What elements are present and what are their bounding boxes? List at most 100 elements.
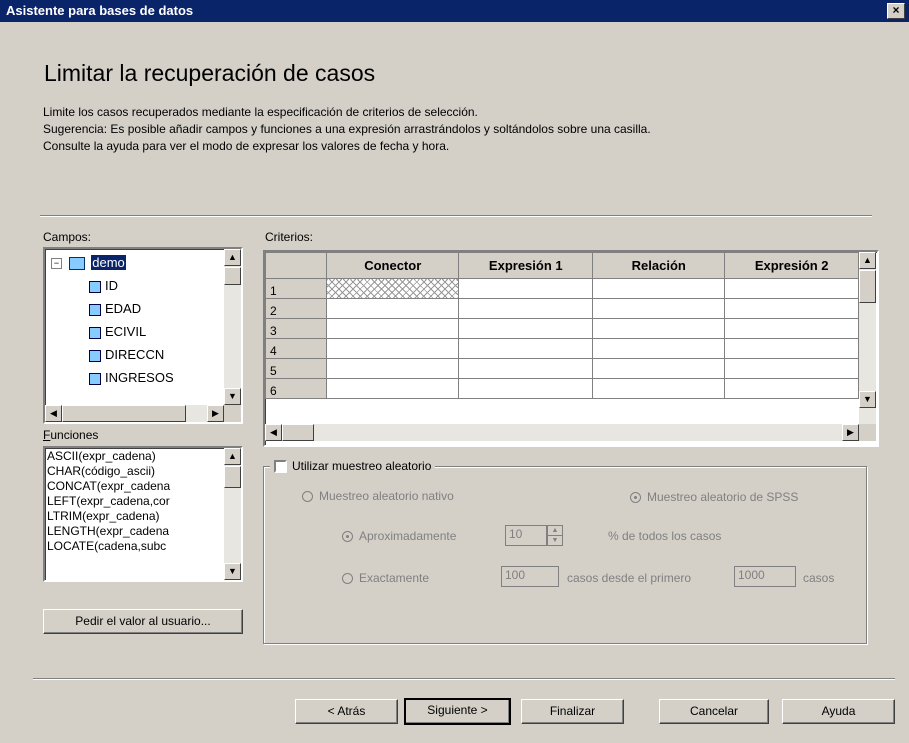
- criteria-grid[interactable]: Conector Expresión 1 Relación Expresión …: [263, 250, 879, 447]
- table-cell[interactable]: [724, 338, 859, 359]
- radio-icon[interactable]: [302, 491, 313, 503]
- list-item[interactable]: LOCATE(cadena,subc: [47, 539, 224, 554]
- list-item[interactable]: CONCAT(expr_cadena: [47, 479, 224, 494]
- radio-icon[interactable]: [630, 492, 641, 504]
- table-cell[interactable]: [458, 378, 594, 399]
- close-icon[interactable]: ×: [887, 3, 905, 19]
- tree-item-edad[interactable]: EDAD: [89, 297, 141, 320]
- scroll-left-icon[interactable]: ◀: [265, 424, 282, 441]
- exact-count-input[interactable]: 100: [501, 566, 559, 587]
- table-cell[interactable]: [325, 298, 460, 319]
- spss-sampling-radio[interactable]: Muestreo aleatorio de SPSS: [630, 490, 798, 504]
- row-header[interactable]: 3: [265, 318, 327, 339]
- tree-item-ecivil[interactable]: ECIVIL: [89, 320, 146, 343]
- scroll-right-icon[interactable]: ▶: [842, 424, 859, 441]
- table-cell[interactable]: [724, 358, 859, 379]
- fields-tree[interactable]: − demo ID EDAD ECIVIL DIRECCN INGRESOS ▲…: [43, 247, 243, 424]
- criteria-table[interactable]: Conector Expresión 1 Relación Expresión …: [265, 252, 859, 399]
- spin-up-icon[interactable]: ▲: [548, 526, 562, 536]
- row-header[interactable]: 5: [265, 358, 327, 379]
- random-sampling-checkbox[interactable]: Utilizar muestreo aleatorio: [270, 458, 436, 474]
- table-row[interactable]: 4: [265, 338, 859, 359]
- table-cell[interactable]: [325, 338, 460, 359]
- approx-radio[interactable]: Aproximadamente: [342, 529, 456, 543]
- table-cell[interactable]: [592, 298, 726, 319]
- table-cell[interactable]: [724, 378, 859, 399]
- scroll-down-icon[interactable]: ▼: [859, 391, 876, 408]
- row-header[interactable]: 2: [265, 298, 327, 319]
- table-cell[interactable]: [592, 278, 726, 299]
- scroll-left-icon[interactable]: ◀: [45, 405, 62, 422]
- prompt-user-button[interactable]: Pedir el valor al usuario...: [43, 609, 243, 634]
- table-row[interactable]: 6: [265, 378, 859, 399]
- table-cell[interactable]: [458, 318, 594, 339]
- scroll-up-icon[interactable]: ▲: [224, 448, 241, 465]
- tree-item-id[interactable]: ID: [89, 274, 118, 297]
- column-header[interactable]: Expresión 2: [724, 252, 859, 279]
- scroll-down-icon[interactable]: ▼: [224, 563, 241, 580]
- list-item[interactable]: CHAR(código_ascii): [47, 464, 224, 479]
- scroll-up-icon[interactable]: ▲: [859, 252, 876, 269]
- table-cell[interactable]: [325, 358, 460, 379]
- collapse-icon[interactable]: −: [51, 258, 62, 270]
- finish-button[interactable]: Finalizar: [521, 699, 624, 724]
- native-sampling-radio[interactable]: Muestreo aleatorio nativo: [302, 489, 454, 503]
- tree-root[interactable]: − demo: [51, 251, 126, 274]
- next-button[interactable]: Siguiente >: [404, 698, 511, 725]
- scroll-thumb[interactable]: [859, 270, 876, 303]
- cancel-button[interactable]: Cancelar: [659, 699, 769, 724]
- table-cell[interactable]: [458, 278, 594, 299]
- scroll-thumb[interactable]: [62, 405, 186, 422]
- criteria-vscrollbar[interactable]: ▲ ▼: [859, 252, 876, 424]
- functions-list[interactable]: ASCII(expr_cadena) CHAR(código_ascii) CO…: [43, 446, 243, 582]
- list-item[interactable]: LENGTH(expr_cadena: [47, 524, 224, 539]
- approx-spinner-input[interactable]: 10: [505, 525, 547, 546]
- scroll-down-icon[interactable]: ▼: [224, 388, 241, 405]
- approx-spinner-buttons[interactable]: ▲ ▼: [547, 525, 563, 546]
- fields-hscrollbar[interactable]: ◀ ▶: [45, 405, 224, 422]
- table-cell[interactable]: [724, 298, 859, 319]
- row-header[interactable]: 4: [265, 338, 327, 359]
- table-cell[interactable]: [592, 338, 726, 359]
- fields-vscrollbar[interactable]: ▲ ▼: [224, 249, 241, 405]
- table-cell[interactable]: [325, 318, 460, 339]
- exact-radio[interactable]: Exactamente: [342, 571, 429, 585]
- table-row[interactable]: 1: [265, 278, 859, 299]
- table-cell[interactable]: [458, 358, 594, 379]
- table-cell[interactable]: [724, 318, 859, 339]
- table-cell[interactable]: [458, 298, 594, 319]
- radio-icon[interactable]: [342, 573, 353, 585]
- scroll-thumb[interactable]: [224, 466, 241, 488]
- back-button[interactable]: < Atrás: [295, 699, 398, 724]
- table-row[interactable]: 2: [265, 298, 859, 319]
- table-row[interactable]: 3: [265, 318, 859, 339]
- list-item[interactable]: LEFT(expr_cadena,cor: [47, 494, 224, 509]
- scroll-thumb[interactable]: [282, 424, 314, 441]
- criteria-hscrollbar[interactable]: ◀ ▶: [265, 424, 859, 441]
- functions-vscrollbar[interactable]: ▲ ▼: [224, 448, 241, 580]
- column-header[interactable]: Relación: [592, 252, 726, 279]
- list-item[interactable]: LTRIM(expr_cadena): [47, 509, 224, 524]
- scroll-up-icon[interactable]: ▲: [224, 249, 241, 266]
- spin-down-icon[interactable]: ▼: [548, 536, 562, 545]
- table-cell[interactable]: [592, 358, 726, 379]
- table-cell[interactable]: [592, 378, 726, 399]
- row-header[interactable]: 1: [265, 278, 327, 299]
- table-cell[interactable]: [724, 278, 859, 299]
- column-header[interactable]: Expresión 1: [458, 252, 594, 279]
- table-cell[interactable]: [325, 378, 460, 399]
- column-header[interactable]: Conector: [325, 252, 460, 279]
- tree-item-direccn[interactable]: DIRECCN: [89, 343, 164, 366]
- table-row[interactable]: 5: [265, 358, 859, 379]
- row-header[interactable]: 6: [265, 378, 327, 399]
- list-item[interactable]: ASCII(expr_cadena): [47, 449, 224, 464]
- radio-icon[interactable]: [342, 531, 353, 543]
- table-cell[interactable]: [458, 338, 594, 359]
- table-cell[interactable]: [592, 318, 726, 339]
- checkbox-box[interactable]: [274, 460, 287, 474]
- scroll-thumb[interactable]: [224, 267, 241, 285]
- exact-first-input[interactable]: 1000: [734, 566, 796, 587]
- help-button[interactable]: Ayuda: [782, 699, 895, 724]
- tree-item-ingresos[interactable]: INGRESOS: [89, 366, 174, 389]
- scroll-right-icon[interactable]: ▶: [207, 405, 224, 422]
